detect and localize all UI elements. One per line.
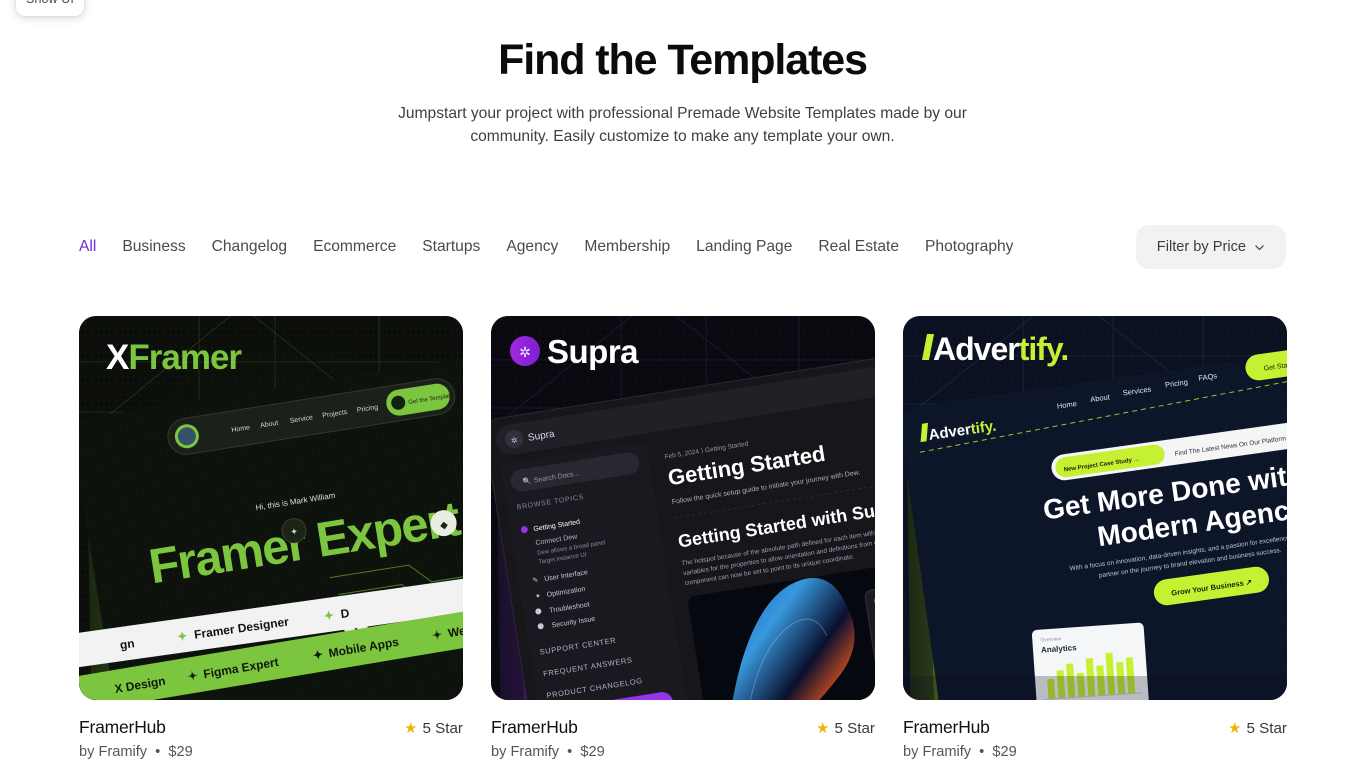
template-card-meta: FramerHub ★ 5 Star by Framify • $29 (903, 717, 1287, 760)
template-name: FramerHub (903, 717, 990, 737)
rating-label: 5 Star (834, 720, 875, 737)
star-icon: ★ (404, 720, 418, 737)
svg-text:XFramer: XFramer (106, 338, 242, 377)
category-tab-membership[interactable]: Membership (571, 238, 683, 256)
category-tab-business[interactable]: Business (109, 238, 198, 256)
template-rating: ★ 5 Star (816, 720, 875, 737)
category-tab-landing-page[interactable]: Landing Page (683, 238, 805, 256)
byline-separator: • (155, 744, 161, 760)
page-header: Find the Templates Jumpstart your projec… (0, 0, 1365, 148)
svg-text:Supra: Supra (547, 333, 639, 370)
template-card: XFramer Home About Service Projects Pric… (79, 316, 463, 760)
template-price: $29 (580, 744, 605, 760)
template-name: FramerHub (491, 717, 578, 737)
template-price: $29 (168, 744, 193, 760)
filter-by-price-label: Filter by Price (1156, 239, 1246, 255)
template-card-meta: FramerHub ★ 5 Star by Framify • $29 (79, 717, 463, 760)
byline-separator: • (567, 744, 573, 760)
template-price: $29 (992, 744, 1017, 760)
supra-preview-image: ✲ Supra ✲ Supra 🔍 Search Docs... BROWSE … (491, 316, 875, 700)
template-author: by Framify (903, 744, 972, 760)
byline-separator: • (979, 744, 985, 760)
category-tab-changelog[interactable]: Changelog (199, 238, 300, 256)
category-tabs: All Business Changelog Ecommerce Startup… (79, 238, 1026, 256)
template-byline: by Framify • $29 (79, 744, 463, 760)
rating-label: 5 Star (1246, 720, 1287, 737)
category-tab-all[interactable]: All (79, 238, 109, 256)
page-subtitle: Jumpstart your project with professional… (398, 105, 967, 146)
star-icon: ★ (1228, 720, 1242, 737)
svg-text:✎: ✎ (532, 577, 539, 585)
star-icon: ★ (816, 720, 830, 737)
advertify-preview-image: Advertify. Advertify. Home About Service… (903, 316, 1287, 700)
show-ui-button[interactable]: Show UI (16, 0, 84, 16)
template-thumbnail-xframer[interactable]: XFramer Home About Service Projects Pric… (79, 316, 463, 700)
template-thumbnail-supra[interactable]: ✲ Supra ✲ Supra 🔍 Search Docs... BROWSE … (491, 316, 875, 700)
template-rating: ★ 5 Star (404, 720, 463, 737)
template-byline: by Framify • $29 (491, 744, 875, 760)
chevron-down-icon (1254, 242, 1265, 253)
svg-text:✲: ✲ (519, 344, 531, 360)
svg-text:gn: gn (119, 636, 135, 652)
template-rating: ★ 5 Star (1228, 720, 1287, 737)
xframer-preview-image: XFramer Home About Service Projects Pric… (79, 316, 463, 700)
svg-text:✦: ✦ (176, 629, 188, 644)
category-tab-agency[interactable]: Agency (493, 238, 571, 256)
category-tab-photography[interactable]: Photography (912, 238, 1026, 256)
template-author: by Framify (79, 744, 148, 760)
filter-bar: All Business Changelog Ecommerce Startup… (0, 225, 1365, 269)
template-author: by Framify (491, 744, 560, 760)
template-name: FramerHub (79, 717, 166, 737)
template-grid: XFramer Home About Service Projects Pric… (79, 316, 1287, 760)
category-tab-real-estate[interactable]: Real Estate (805, 238, 912, 256)
template-card: Advertify. Advertify. Home About Service… (903, 316, 1287, 760)
page-title: Find the Templates (498, 36, 868, 84)
template-thumbnail-advertify[interactable]: Advertify. Advertify. Home About Service… (903, 316, 1287, 700)
template-byline: by Framify • $29 (903, 744, 1287, 760)
category-tab-ecommerce[interactable]: Ecommerce (300, 238, 409, 256)
rating-label: 5 Star (422, 720, 463, 737)
svg-text:✦: ✦ (323, 608, 335, 623)
category-tab-startups[interactable]: Startups (409, 238, 493, 256)
svg-text:Advertify.: Advertify. (933, 331, 1068, 367)
show-ui-label: Show UI (26, 0, 74, 6)
filter-by-price-dropdown[interactable]: Filter by Price (1135, 225, 1286, 269)
template-card-meta: FramerHub ★ 5 Star by Framify • $29 (491, 717, 875, 760)
template-card: ✲ Supra ✲ Supra 🔍 Search Docs... BROWSE … (491, 316, 875, 760)
